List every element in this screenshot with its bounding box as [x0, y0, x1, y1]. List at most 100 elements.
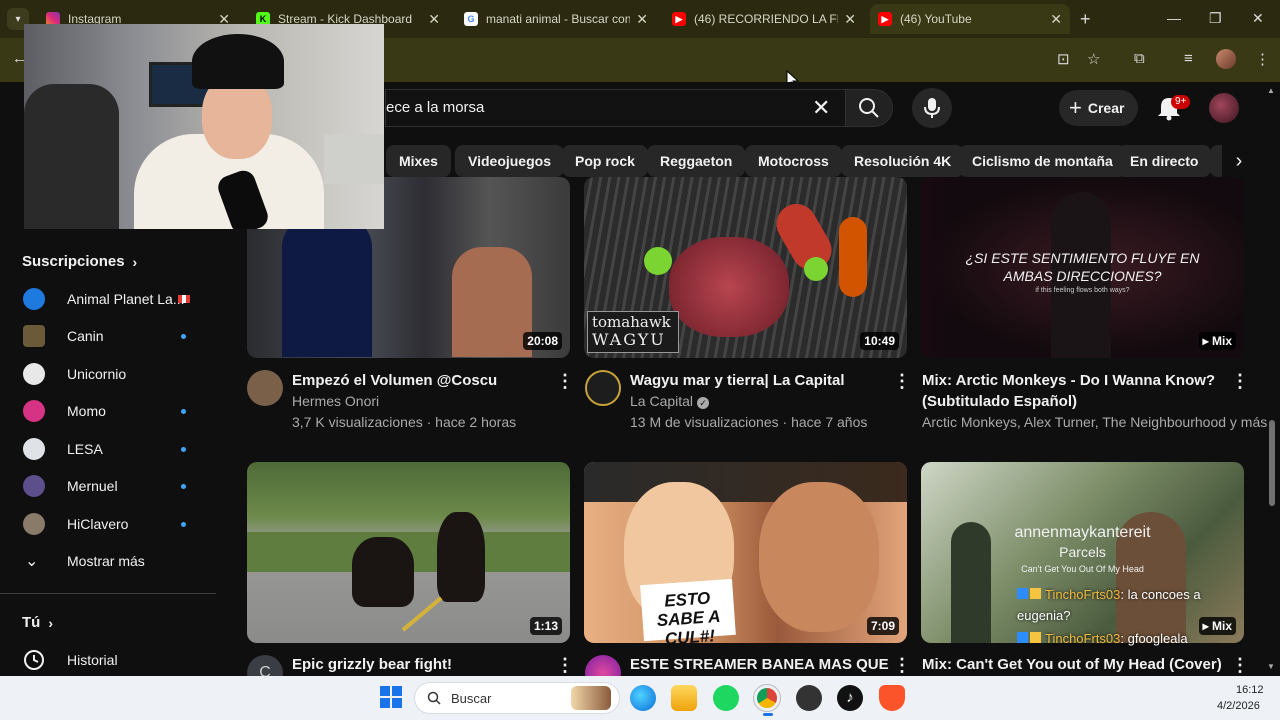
more-options-icon[interactable]: ⋮: [893, 655, 911, 676]
sidebar-item-canin[interactable]: Canin: [0, 317, 216, 355]
tab-google[interactable]: G manati animal - Buscar con G ✕: [456, 4, 656, 34]
chip-en-directo[interactable]: En directo: [1117, 145, 1212, 177]
tab-title: (46) RECORRIENDO LA FERIA: [694, 12, 838, 26]
edge-icon[interactable]: [630, 685, 656, 711]
sidebar-item-mernuel[interactable]: Mernuel: [0, 467, 216, 505]
tab-youtube-active[interactable]: ▶ (46) YouTube ✕: [870, 4, 1070, 34]
chip-ciclismo-de-montana[interactable]: Ciclismo de montaña: [959, 145, 1126, 177]
more-options-icon[interactable]: ⋮: [1231, 371, 1249, 392]
close-icon[interactable]: ✕: [844, 11, 856, 28]
channel-avatar: [23, 438, 45, 460]
active-app-indicator: [763, 713, 773, 716]
chat-message: TinchoFrts03: gfoogleala: [1017, 628, 1239, 649]
voice-search-button[interactable]: [912, 88, 952, 128]
new-tab-button[interactable]: +: [1080, 9, 1091, 30]
sidebar-item-momo[interactable]: Momo: [0, 392, 216, 430]
sidebar-item-label: HiClavero: [67, 516, 129, 532]
chrome-icon[interactable]: [753, 684, 781, 712]
bookmark-star-icon[interactable]: ☆: [1087, 50, 1100, 68]
channel-avatar: [23, 513, 45, 535]
window-close-icon[interactable]: ✕: [1252, 10, 1264, 27]
sidebar-show-more[interactable]: ⌄ Mostrar más: [0, 542, 216, 580]
google-icon: G: [464, 12, 478, 26]
video-title[interactable]: Epic grizzly bear fight!: [292, 654, 552, 675]
media-controls-icon[interactable]: ≡: [1184, 50, 1193, 67]
more-options-icon[interactable]: ⋮: [556, 371, 574, 392]
chip-motocross[interactable]: Motocross: [745, 145, 842, 177]
channel-avatar[interactable]: [247, 370, 283, 406]
sidebar-item-lesa[interactable]: LESA: [0, 430, 216, 468]
video-channel[interactable]: Arctic Monkeys, Alex Turner, The Neighbo…: [922, 412, 1267, 432]
start-tile: [380, 686, 390, 696]
chat-badge-icon: [1030, 588, 1041, 599]
start-tile: [392, 698, 402, 708]
more-options-icon[interactable]: ⋮: [893, 371, 911, 392]
scroll-up-icon[interactable]: ▲: [1267, 86, 1275, 95]
screen: ▾ Instagram ✕ K Stream - Kick Dashboard …: [0, 0, 1280, 720]
thumbnail-figure: [452, 247, 532, 357]
scroll-down-icon[interactable]: ▼: [1267, 662, 1275, 671]
video-title[interactable]: ESTE STREAMER BANEA MAS QUE: [630, 654, 890, 675]
video-title[interactable]: Mix: Arctic Monkeys - Do I Wanna Know? (…: [922, 370, 1222, 412]
video-title[interactable]: Wagyu mar y tierra| La Capital: [630, 370, 890, 391]
install-app-icon[interactable]: ⊡: [1057, 50, 1070, 68]
taskbar-search[interactable]: Buscar: [414, 682, 620, 714]
sidebar-item-animal-planet[interactable]: Animal Planet La...: [0, 280, 216, 318]
channel-avatar: [23, 400, 45, 422]
browser-menu-icon[interactable]: ⋮: [1255, 50, 1270, 68]
close-icon[interactable]: ✕: [636, 11, 648, 28]
taskbar-clock-date[interactable]: 4/2/2026: [1217, 700, 1260, 712]
chip-reggaeton[interactable]: Reggaeton: [647, 145, 746, 177]
spotify-icon[interactable]: [713, 685, 739, 711]
page-scrollbar[interactable]: [1269, 420, 1275, 506]
video-thumbnail[interactable]: 1:13: [247, 462, 570, 643]
close-icon[interactable]: ✕: [428, 11, 440, 28]
close-icon[interactable]: ✕: [1050, 11, 1062, 28]
channel-avatar[interactable]: [585, 370, 621, 406]
video-duration: 10:49: [860, 332, 899, 350]
chip-resolucion-4k[interactable]: Resolución 4K: [841, 145, 965, 177]
video-title[interactable]: Empezó el Volumen @Coscu: [292, 370, 552, 391]
search-query[interactable]: ece a la morsa: [386, 99, 484, 116]
history-icon: [24, 650, 44, 670]
video-thumbnail[interactable]: tomahawk WAGYU 10:49: [584, 177, 907, 358]
thumbnail-lime: [644, 247, 672, 275]
sidebar-item-label: Canin: [67, 328, 104, 344]
more-options-icon[interactable]: ⋮: [556, 655, 574, 676]
webcam-chair: [24, 84, 119, 229]
file-explorer-icon[interactable]: [671, 685, 697, 711]
extensions-icon[interactable]: ⧉: [1134, 50, 1145, 67]
chevron-right-icon[interactable]: ›: [1222, 145, 1256, 177]
minimize-icon[interactable]: —: [1167, 10, 1181, 26]
chat-text: : gfoogleala: [1120, 631, 1188, 646]
tab-youtube-feria[interactable]: ▶ (46) RECORRIENDO LA FERIA ✕: [664, 4, 864, 34]
chevron-down-icon: ⌄: [25, 553, 39, 570]
create-button[interactable]: + Crear: [1059, 90, 1139, 126]
sidebar-item-history[interactable]: Historial: [0, 641, 216, 679]
subscriptions-heading[interactable]: Suscripciones ›: [22, 253, 137, 270]
video-thumbnail[interactable]: ¿SI ESTE SENTIMIENTO FLUYE EN AMBAS DIRE…: [921, 177, 1244, 358]
channel-avatar: [23, 325, 45, 347]
brave-icon[interactable]: [879, 685, 905, 711]
sidebar-item-unicornio[interactable]: Unicornio: [0, 355, 216, 393]
tiktok-icon[interactable]: ♪: [837, 685, 863, 711]
maximize-icon[interactable]: ❐: [1209, 10, 1222, 27]
video-stats: 13 M de visualizaciones · hace 7 años: [630, 414, 868, 430]
chip-pop-rock[interactable]: Pop rock: [562, 145, 648, 177]
chip-mixes[interactable]: Mixes: [386, 145, 451, 177]
more-options-icon[interactable]: ⋮: [1231, 655, 1249, 676]
browser-profile-avatar[interactable]: [1216, 49, 1236, 69]
video-thumbnail[interactable]: ESTO SABE A CUL#! 7:09: [584, 462, 907, 643]
taskbar-clock-time[interactable]: 16:12: [1236, 684, 1264, 696]
windows-start-icon[interactable]: [380, 686, 402, 708]
new-content-dot: [181, 522, 186, 527]
video-channel[interactable]: Hermes Onori: [292, 391, 379, 411]
sidebar-item-hiclavero[interactable]: HiClavero: [0, 505, 216, 543]
account-avatar[interactable]: [1209, 93, 1239, 123]
search-button[interactable]: [845, 89, 893, 127]
chip-videojuegos[interactable]: Videojuegos: [455, 145, 564, 177]
video-channel-row[interactable]: La Capital ✓: [630, 391, 710, 411]
you-heading[interactable]: Tú ›: [22, 614, 53, 631]
obs-icon[interactable]: [796, 685, 822, 711]
clear-search-icon[interactable]: ✕: [812, 95, 830, 121]
